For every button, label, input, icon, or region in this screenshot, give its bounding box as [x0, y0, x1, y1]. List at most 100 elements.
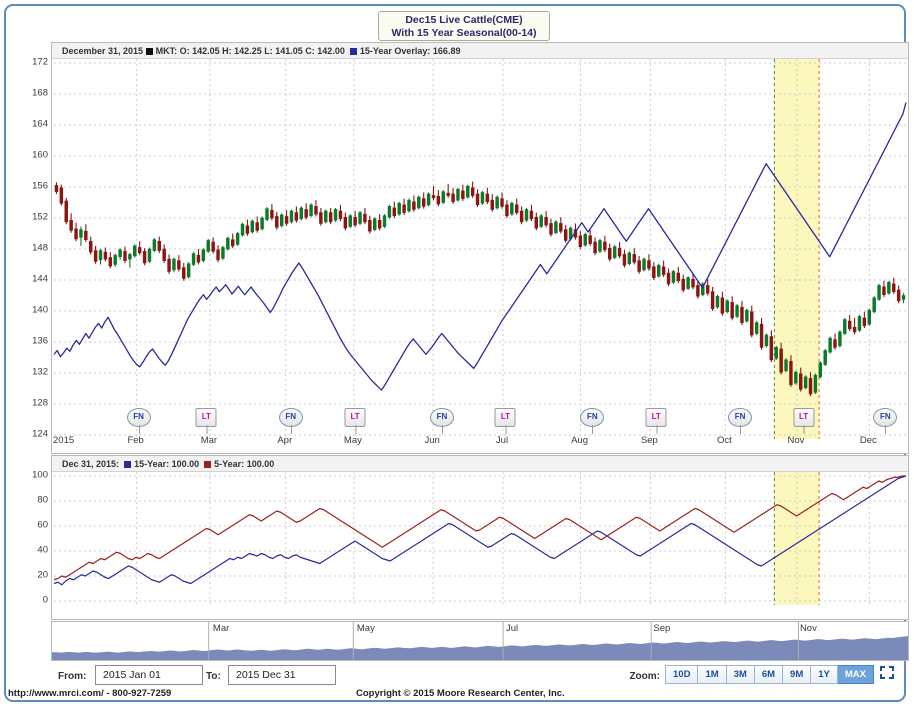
from-date-input[interactable]: 2015 Jan 01 — [95, 665, 203, 685]
zoom-button-1m[interactable]: 1M — [698, 665, 727, 684]
event-marker-stem — [290, 425, 292, 434]
price-chart-svg — [53, 59, 907, 439]
event-marker-stem — [803, 425, 805, 434]
y-tick-label: 164 — [32, 118, 48, 130]
seasonal-date: Dec 31, 2015: — [62, 459, 120, 469]
zoom-button-3m[interactable]: 3M — [726, 665, 755, 684]
event-marker-stem — [441, 425, 443, 434]
event-marker-lt[interactable]: LT — [793, 408, 815, 434]
footer-copyright: Copyright © 2015 Moore Research Center, … — [356, 688, 565, 699]
x-tick-label: 2015 — [53, 435, 75, 446]
price-x-axis: 2015 Feb Mar Apr May Jun Jul Aug Sep Oct Nov Dec — [51, 435, 909, 451]
event-marker-lt[interactable]: LT — [645, 408, 667, 434]
price-chart-legend: December 31, 2015 MKT: O: 142.05 H: 142.… — [52, 43, 908, 59]
s5-value: 100.00 — [246, 459, 275, 469]
chart-title-tab: Dec15 Live Cattle(CME) With 15 Year Seas… — [378, 11, 550, 41]
chart-window: Dec15 Live Cattle(CME) With 15 Year Seas… — [4, 4, 909, 702]
seasonal-chart-svg — [53, 472, 907, 605]
event-marker-lt[interactable]: LT — [195, 408, 217, 434]
quote-date: December 31, 2015 — [62, 46, 144, 56]
event-marker-fn[interactable]: FN — [580, 408, 605, 434]
price-y-axis: 124 128 132 136 140 144 148 152 156 160 164 168 172 — [6, 42, 48, 454]
seasonal-plot-area[interactable] — [52, 472, 908, 605]
event-marker-stem — [740, 425, 742, 434]
seasonal-chart-panel[interactable]: Dec 31, 2015: 15-Year: 100.00 5-Year: 10… — [51, 455, 909, 620]
x-tick-label: Jun — [424, 435, 440, 446]
low-value: 141.05 — [275, 46, 303, 56]
seasonal-y-tick-label: 100 — [32, 469, 48, 481]
s5-label: 5-Year: — [214, 459, 245, 469]
x-tick-label: May — [343, 435, 362, 446]
open-value: 142.05 — [192, 46, 220, 56]
navigator-x-tick-label: Sep — [653, 623, 671, 634]
event-marker-stem — [505, 425, 507, 434]
seasonal-y-tick-label: 20 — [37, 569, 48, 581]
x-tick-label: Aug — [571, 435, 588, 446]
x-tick-label: Apr — [277, 435, 293, 446]
chart-title-line1: Dec15 Live Cattle(CME) — [405, 14, 523, 26]
x-tick-label: Oct — [716, 435, 732, 446]
event-marker-stem — [138, 425, 140, 434]
navigator-x-tick-label: Nov — [799, 623, 817, 634]
zoom-button-9m[interactable]: 9M — [783, 665, 812, 684]
y-tick-label: 124 — [32, 428, 48, 440]
seasonal-chart-legend: Dec 31, 2015: 15-Year: 100.00 5-Year: 10… — [52, 456, 908, 472]
event-marker-lt[interactable]: LT — [494, 408, 516, 434]
mkt-color-swatch — [145, 48, 153, 55]
y-tick-label: 148 — [32, 242, 48, 254]
seasonal-y-tick-label: 80 — [37, 494, 48, 506]
y-tick-label: 160 — [32, 149, 48, 161]
seasonal-y-tick-label: 60 — [37, 519, 48, 531]
event-marker-row: FN LT FN LT FN LT FN LT FN LT FN — [51, 408, 909, 434]
footer-url[interactable]: http://www.mrci.com/ - 800-927-7259 — [8, 688, 171, 699]
y-tick-label: 144 — [32, 273, 48, 285]
zoom-button-max[interactable]: MAX — [837, 665, 874, 684]
close-value: 142.00 — [317, 46, 345, 56]
event-marker-fn[interactable]: FN — [126, 408, 151, 434]
price-chart-panel[interactable]: December 31, 2015 MKT: O: 142.05 H: 142.… — [51, 42, 909, 454]
from-label: From: — [58, 671, 87, 682]
s15-color-swatch — [124, 461, 132, 468]
zoom-button-6m[interactable]: 6M — [754, 665, 784, 684]
event-marker-lt[interactable]: LT — [344, 408, 366, 434]
zoom-button-1y[interactable]: 1Y — [811, 665, 838, 684]
zoom-control-group: Zoom: 10D 1M 3M 6M 9M 1Y MAX — [629, 665, 894, 684]
event-marker-fn[interactable]: FN — [429, 408, 454, 434]
s5-color-swatch — [204, 461, 212, 468]
y-tick-label: 168 — [32, 87, 48, 99]
zoom-button-10d[interactable]: 10D — [665, 665, 699, 684]
y-tick-label: 128 — [32, 397, 48, 409]
x-tick-label: Nov — [787, 435, 805, 446]
navigator-x-axis: Mar May Jul Sep Nov — [51, 623, 909, 639]
event-marker-stem — [206, 425, 208, 434]
price-plot-area[interactable] — [52, 59, 908, 439]
chart-controls: From: 2015 Jan 01 To: 2015 Dec 31 Zoom: 1… — [10, 663, 900, 691]
x-tick-label: Feb — [127, 435, 144, 446]
high-label: H: — [222, 46, 232, 56]
page-footer: http://www.mrci.com/ - 800-927-7259 Copy… — [0, 688, 914, 708]
navigator-x-tick-label: May — [356, 623, 375, 634]
high-value: 142.25 — [234, 46, 262, 56]
s15-label: 15-Year: — [134, 459, 170, 469]
to-label: To: — [206, 671, 221, 682]
y-tick-label: 156 — [32, 180, 48, 192]
x-tick-label: Jul — [495, 435, 509, 446]
x-tick-label: Sep — [640, 435, 658, 446]
to-date-input[interactable]: 2015 Dec 31 — [228, 665, 336, 685]
y-tick-label: 140 — [32, 304, 48, 316]
navigator-x-tick-label: Jul — [506, 623, 519, 634]
close-label: C: — [305, 46, 315, 56]
s15-value: 100.00 — [171, 459, 200, 469]
seasonal-y-tick-label: 40 — [37, 544, 48, 556]
y-tick-label: 152 — [32, 211, 48, 223]
x-tick-label: Mar — [200, 435, 218, 446]
y-tick-label: 132 — [32, 366, 48, 378]
event-marker-fn[interactable]: FN — [278, 408, 303, 434]
event-marker-stem — [592, 425, 594, 434]
seasonal-y-tick-label: 0 — [42, 594, 48, 606]
overlay-value: 166.89 — [432, 46, 461, 56]
fullscreen-icon[interactable] — [880, 665, 894, 684]
event-marker-fn[interactable]: FN — [728, 408, 753, 434]
event-marker-stem — [656, 425, 658, 434]
event-marker-fn[interactable]: FN — [873, 408, 898, 434]
